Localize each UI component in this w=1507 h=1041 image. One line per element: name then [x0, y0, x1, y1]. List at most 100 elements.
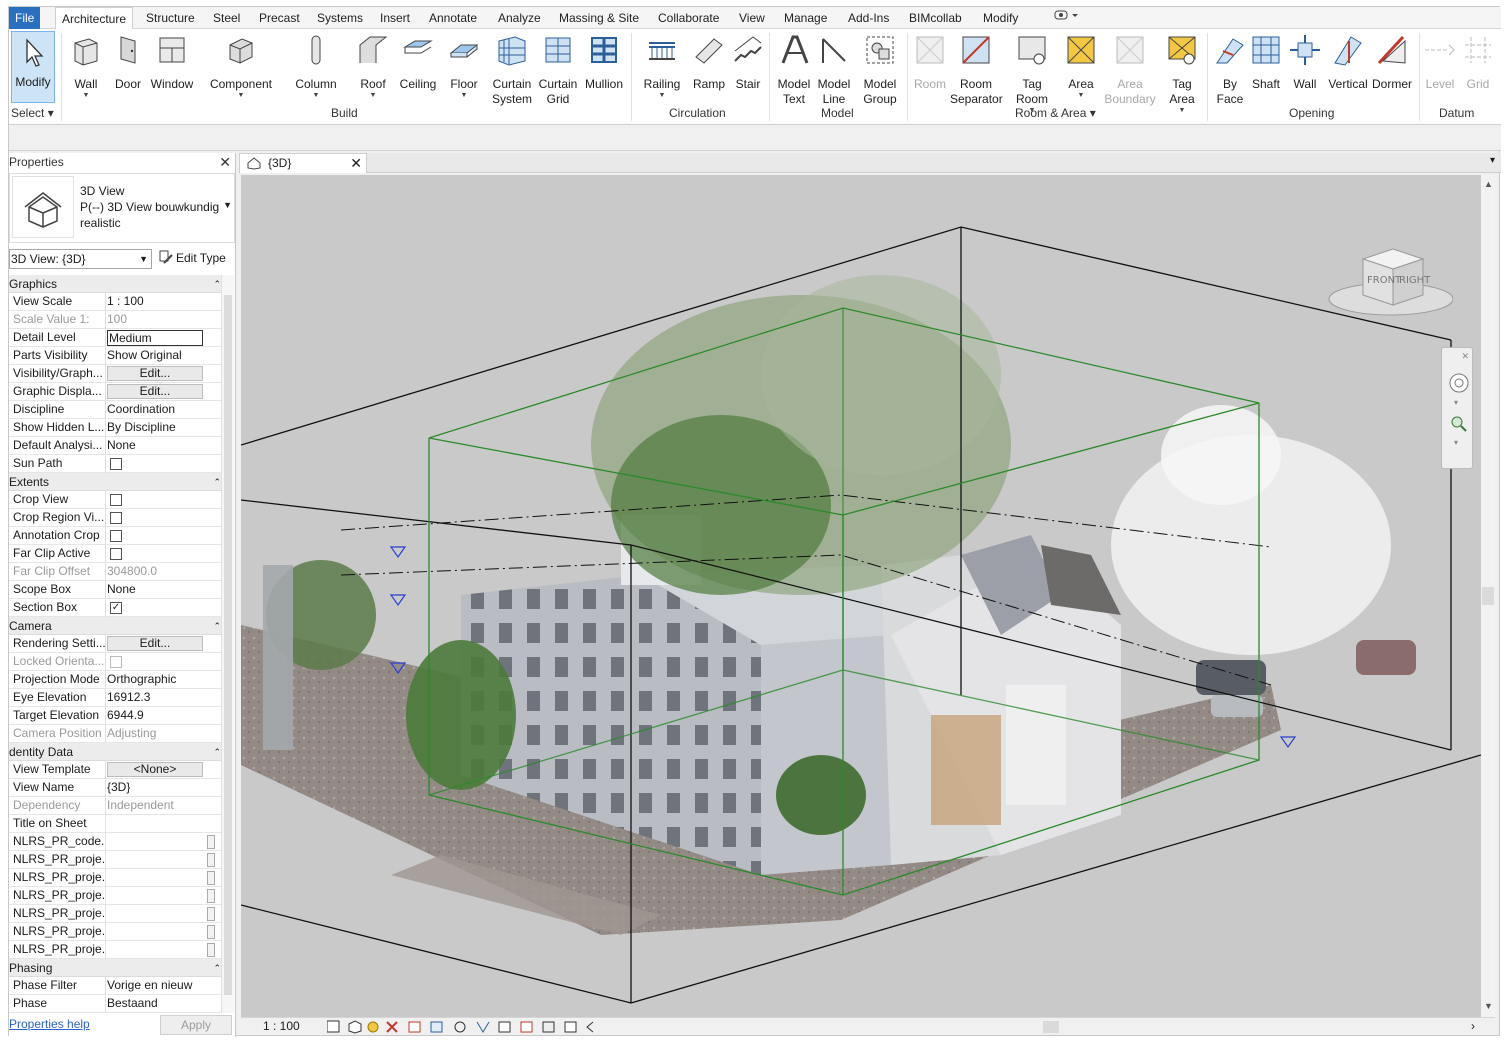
section-phasing[interactable]: Phasing ⌃	[9, 959, 225, 977]
far-clip-active-checkbox[interactable]	[110, 548, 122, 560]
window-button[interactable]: Window	[149, 31, 195, 105]
vertical-button[interactable]: Vertical	[1325, 31, 1371, 105]
worksharing-icon[interactable]	[520, 1021, 533, 1033]
viewcube-front-label[interactable]: FRONT	[1367, 275, 1402, 286]
stair-button[interactable]: Stair	[725, 31, 771, 105]
railing-button[interactable]: Railing ▼	[639, 31, 685, 105]
scroll-left-icon[interactable]	[586, 1021, 594, 1033]
component-button[interactable]: Component ▼	[205, 31, 277, 105]
modify-button[interactable]: Modify	[11, 31, 55, 103]
steering-wheel-icon[interactable]	[1448, 372, 1470, 397]
dormer-button[interactable]: Dormer	[1369, 31, 1415, 105]
instance-selector[interactable]: 3D View: {3D} ▼	[9, 249, 152, 269]
tab-annotate[interactable]: Annotate	[423, 7, 483, 29]
tab-3d-view[interactable]: {3D} ✕	[239, 153, 367, 173]
grid-button[interactable]: Grid	[1455, 31, 1501, 105]
tab-steel[interactable]: Steel	[207, 7, 246, 29]
scrollbar-thumb[interactable]	[1482, 587, 1494, 605]
navbar-close-icon[interactable]: ✕	[1461, 351, 1469, 362]
properties-close-icon[interactable]: ✕	[219, 153, 231, 171]
tab-file[interactable]: File	[9, 7, 41, 29]
scroll-up-icon[interactable]: ▲	[1484, 179, 1493, 189]
curtain-grid-button[interactable]: Curtain Grid	[535, 31, 581, 106]
tag-room-button[interactable]: Tag Room ▼	[1009, 31, 1055, 114]
row-scroll-handle[interactable]	[207, 835, 215, 849]
section-box-checkbox[interactable]: ✓	[110, 602, 122, 614]
model-group-button[interactable]: Model Group	[857, 31, 903, 106]
visual-style-icon[interactable]	[348, 1020, 362, 1034]
area-boundary-button[interactable]: Area Boundary	[1104, 31, 1156, 106]
rendering-settings-edit-button[interactable]: Edit...	[107, 636, 203, 651]
mullion-button[interactable]: Mullion	[581, 31, 627, 105]
3d-viewport[interactable]: FRONT RIGHT	[241, 175, 1481, 1017]
tab-architecture[interactable]: Architecture	[55, 7, 134, 30]
curtain-system-button[interactable]: Curtain System	[489, 31, 535, 106]
room-button[interactable]: Room	[907, 31, 953, 105]
tab-analyze[interactable]: Analyze	[492, 7, 547, 29]
view-scale-button[interactable]: 1 : 100	[263, 1019, 300, 1033]
model-line-button[interactable]: Model Line	[811, 31, 857, 106]
ceiling-button[interactable]: Ceiling	[395, 31, 441, 105]
row-scroll-handle[interactable]	[207, 889, 215, 903]
sun-path-checkbox[interactable]	[110, 458, 122, 470]
tab-insert[interactable]: Insert	[374, 7, 416, 29]
tab-bimcollab[interactable]: BIMcollab	[903, 7, 968, 29]
chevron-down-icon[interactable]: ▾	[1454, 438, 1458, 447]
door-button[interactable]: Door	[105, 31, 151, 105]
tab-systems[interactable]: Systems	[311, 7, 369, 29]
edit-type-button[interactable]: Edit Type	[159, 249, 226, 267]
view-cube[interactable]: FRONT RIGHT	[1323, 239, 1454, 316]
column-button[interactable]: Column ▼	[292, 31, 340, 105]
row-scroll-handle[interactable]	[207, 853, 215, 867]
select-dropdown[interactable]: Select ▾	[11, 106, 54, 120]
wall-opening-button[interactable]: Wall	[1282, 31, 1328, 105]
close-tab-icon[interactable]: ✕	[350, 154, 362, 172]
floor-button[interactable]: Floor ▼	[441, 31, 487, 105]
chevron-down-icon[interactable]: ▾	[1454, 398, 1458, 407]
zoom-icon[interactable]	[1449, 414, 1469, 437]
section-graphics[interactable]: Graphics ⌃	[9, 275, 225, 293]
tag-area-button[interactable]: Tag Area ▼	[1159, 31, 1205, 114]
context-toggle-icon[interactable]	[1047, 7, 1085, 29]
temp-hide-icon[interactable]	[476, 1021, 490, 1033]
row-scroll-handle[interactable]	[207, 871, 215, 885]
horizontal-scrollbar-thumb[interactable]	[1043, 1021, 1059, 1033]
analytical-model-icon[interactable]	[542, 1021, 555, 1033]
viewport-vertical-scrollbar[interactable]: ▲ ▼	[1481, 175, 1495, 1017]
properties-help-link[interactable]: Properties help	[9, 1017, 90, 1031]
crop-region-icon[interactable]	[430, 1021, 443, 1033]
detail-level-field[interactable]: Medium	[107, 330, 203, 346]
tab-structure[interactable]: Structure	[140, 7, 201, 29]
tab-modify[interactable]: Modify	[977, 7, 1024, 29]
tab-manage[interactable]: Manage	[778, 7, 833, 29]
tab-overflow-icon[interactable]: ▾	[1490, 155, 1495, 166]
scroll-down-icon[interactable]: ▼	[1484, 1001, 1493, 1011]
row-scroll-handle[interactable]	[207, 907, 215, 921]
crop-view-checkbox[interactable]	[110, 494, 122, 506]
section-identity-data[interactable]: dentity Data ⌃	[9, 743, 225, 761]
properties-scrollbar[interactable]	[221, 275, 234, 1013]
group-label-room-area[interactable]: Room & Area ▾	[1015, 106, 1096, 120]
tab-collaborate[interactable]: Collaborate	[652, 7, 725, 29]
roof-button[interactable]: Roof ▼	[350, 31, 396, 105]
detail-level-icon[interactable]	[327, 1020, 340, 1033]
area-button[interactable]: Area ▼	[1058, 31, 1104, 105]
reveal-hidden-icon[interactable]	[498, 1021, 511, 1033]
lock-view-icon[interactable]	[454, 1021, 466, 1033]
apply-button[interactable]: Apply	[160, 1015, 232, 1035]
wall-button[interactable]: Wall ▼	[63, 31, 109, 105]
crop-view-icon[interactable]	[408, 1021, 421, 1033]
tab-add-ins[interactable]: Add-Ins	[842, 7, 895, 29]
viewcube-right-label[interactable]: RIGHT	[1399, 275, 1431, 286]
highlight-displacement-icon[interactable]	[564, 1021, 577, 1033]
crop-region-visible-checkbox[interactable]	[110, 512, 122, 524]
annotation-crop-checkbox[interactable]	[110, 530, 122, 542]
row-scroll-handle[interactable]	[207, 925, 215, 939]
tab-precast[interactable]: Precast	[253, 7, 306, 29]
shadows-icon[interactable]	[386, 1021, 398, 1033]
graphic-display-edit-button[interactable]: Edit...	[107, 384, 203, 399]
type-selector[interactable]: 3D View P(--) 3D View bouwkundig realist…	[9, 173, 235, 243]
visibility-edit-button[interactable]: Edit...	[107, 366, 203, 381]
section-extents[interactable]: Extents ⌃	[9, 473, 225, 491]
sun-path-icon[interactable]	[367, 1021, 379, 1033]
